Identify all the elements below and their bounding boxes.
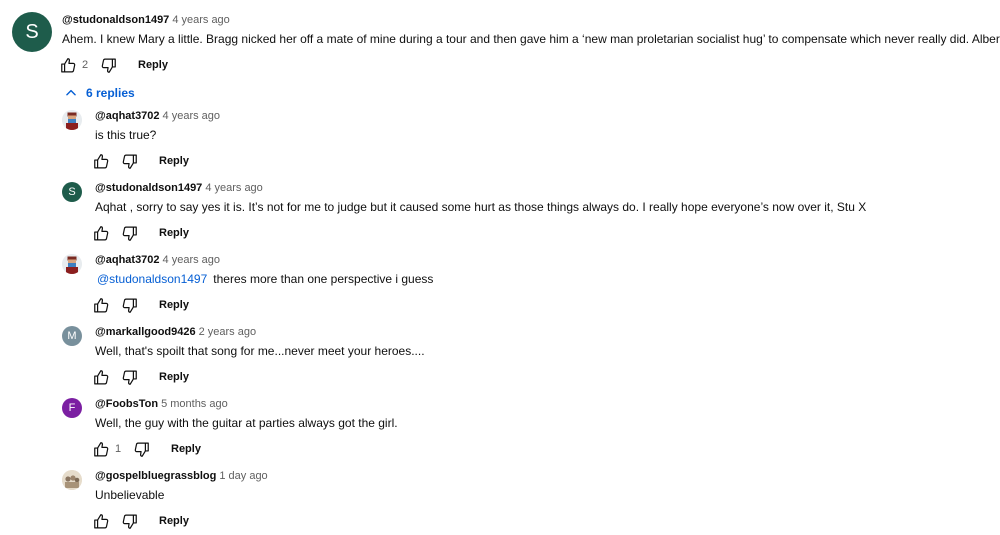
reply-text: Well, the guy with the guitar at parties… xyxy=(95,416,398,430)
reply-header: @markallgood9426 2 years ago xyxy=(95,326,256,338)
avatar[interactable]: S xyxy=(12,12,52,52)
thumbs-down-icon xyxy=(101,58,116,73)
reply-text-body: theres more than one perspective i guess xyxy=(213,272,434,286)
author-handle[interactable]: @FoobsTon xyxy=(95,398,158,410)
like-button[interactable] xyxy=(91,223,111,243)
timestamp[interactable]: 4 years ago xyxy=(172,14,229,26)
reply-actions: Reply xyxy=(91,151,189,171)
reply-header: @studonaldson1497 4 years ago xyxy=(95,182,263,194)
replies-toggle[interactable]: 6 replies xyxy=(64,84,135,102)
thumbs-up-icon xyxy=(93,297,108,312)
timestamp[interactable]: 4 years ago xyxy=(163,254,220,266)
reply-header: @aqhat3702 4 years ago xyxy=(95,110,220,122)
thumbs-down-icon xyxy=(122,154,137,169)
thumbs-down-icon xyxy=(134,442,149,457)
thumbs-up-icon xyxy=(93,225,108,240)
dislike-button[interactable] xyxy=(119,151,139,171)
thumbs-up-icon xyxy=(93,513,108,528)
reply-text: is this true? xyxy=(95,128,156,142)
reply-header: @aqhat3702 4 years ago xyxy=(95,254,220,266)
comment-text: Ahem. I knew Mary a little. Bragg nicked… xyxy=(62,32,1000,46)
reply-button[interactable]: Reply xyxy=(171,443,201,455)
reply-text: Aqhat , sorry to say yes it is. It’s not… xyxy=(95,200,866,214)
reply-text-body: Well, the guy with the guitar at parties… xyxy=(95,416,398,430)
reply-button[interactable]: Reply xyxy=(159,299,189,311)
thumbs-up-icon xyxy=(93,441,108,456)
dislike-button[interactable] xyxy=(119,223,139,243)
timestamp[interactable]: 2 years ago xyxy=(199,326,256,338)
chevron-up-icon xyxy=(64,85,80,101)
avatar[interactable]: F xyxy=(62,398,82,418)
author-handle[interactable]: @studonaldson1497 xyxy=(95,182,202,194)
avatar[interactable]: S xyxy=(62,182,82,202)
dislike-button[interactable] xyxy=(98,55,118,75)
vintage-portrait-icon xyxy=(62,470,82,490)
reply-button[interactable]: Reply xyxy=(159,515,189,527)
reply-button[interactable]: Reply xyxy=(159,371,189,383)
timestamp[interactable]: 4 years ago xyxy=(205,182,262,194)
reply-text-body: Aqhat , sorry to say yes it is. It’s not… xyxy=(95,200,867,214)
author-handle[interactable]: @markallgood9426 xyxy=(95,326,196,338)
comment-header: @studonaldson1497 4 years ago xyxy=(62,14,230,26)
dislike-button[interactable] xyxy=(131,439,151,459)
reply-button[interactable]: Reply xyxy=(159,155,189,167)
like-count: 1 xyxy=(115,443,122,455)
timestamp[interactable]: 1 day ago xyxy=(219,470,267,482)
like-count: 2 xyxy=(82,59,89,71)
reply-actions: 1 Reply xyxy=(91,439,201,459)
reply-header: @gospelbluegrassblog 1 day ago xyxy=(95,470,268,482)
reply-actions: Reply xyxy=(91,367,189,387)
thumbs-up-icon xyxy=(93,369,108,384)
dislike-button[interactable] xyxy=(119,511,139,531)
comment-thread: S @studonaldson1497 4 years ago Ahem. I k… xyxy=(0,0,1000,535)
avatar-letter: M xyxy=(67,330,77,342)
avatar-letter: F xyxy=(68,402,76,414)
avatar[interactable] xyxy=(62,110,82,130)
reply-button[interactable]: Reply xyxy=(159,227,189,239)
thumbs-up-icon xyxy=(93,153,108,168)
mention-link[interactable]: @studonaldson1497 xyxy=(97,272,207,286)
timestamp[interactable]: 4 years ago xyxy=(163,110,220,122)
avatar-letter: S xyxy=(25,20,39,43)
like-button[interactable] xyxy=(91,151,111,171)
like-button[interactable] xyxy=(91,367,111,387)
avatar[interactable] xyxy=(62,254,82,274)
author-handle[interactable]: @aqhat3702 xyxy=(95,254,160,266)
reply-text: Well, that's spoilt that song for me...n… xyxy=(95,344,425,358)
reply-actions: Reply xyxy=(91,223,189,243)
reply-actions: Reply xyxy=(91,295,189,315)
timestamp[interactable]: 5 months ago xyxy=(161,398,228,410)
thumbs-down-icon xyxy=(122,226,137,241)
like-button[interactable] xyxy=(58,55,78,75)
avatar[interactable]: M xyxy=(62,326,82,346)
reply-text: @studonaldson1497 theres more than one pe… xyxy=(97,272,433,286)
thumbs-down-icon xyxy=(122,298,137,313)
author-handle[interactable]: @gospelbluegrassblog xyxy=(95,470,216,482)
thumbs-up-icon xyxy=(60,57,75,72)
dislike-button[interactable] xyxy=(119,367,139,387)
comment-actions: 2 Reply xyxy=(58,55,168,75)
replies-count-label: 6 replies xyxy=(86,86,135,100)
thumbs-down-icon xyxy=(122,370,137,385)
reply-text: Unbelievable xyxy=(95,488,164,502)
like-button[interactable] xyxy=(91,439,111,459)
avatar[interactable] xyxy=(62,470,82,490)
person-with-mask-icon xyxy=(62,110,82,130)
reply-text-body: Well, that's spoilt that song for me...n… xyxy=(95,344,425,358)
reply-actions: Reply xyxy=(91,511,189,531)
reply-text-body: Unbelievable xyxy=(95,488,165,502)
author-handle[interactable]: @aqhat3702 xyxy=(95,110,160,122)
thumbs-down-icon xyxy=(122,514,137,529)
person-with-mask-icon xyxy=(62,254,82,274)
like-button[interactable] xyxy=(91,295,111,315)
reply-button[interactable]: Reply xyxy=(138,59,168,71)
reply-header: @FoobsTon 5 months ago xyxy=(95,398,228,410)
author-handle[interactable]: @studonaldson1497 xyxy=(62,14,169,26)
avatar-letter: S xyxy=(68,186,76,198)
reply-text-body: is this true? xyxy=(95,128,157,142)
dislike-button[interactable] xyxy=(119,295,139,315)
like-button[interactable] xyxy=(91,511,111,531)
